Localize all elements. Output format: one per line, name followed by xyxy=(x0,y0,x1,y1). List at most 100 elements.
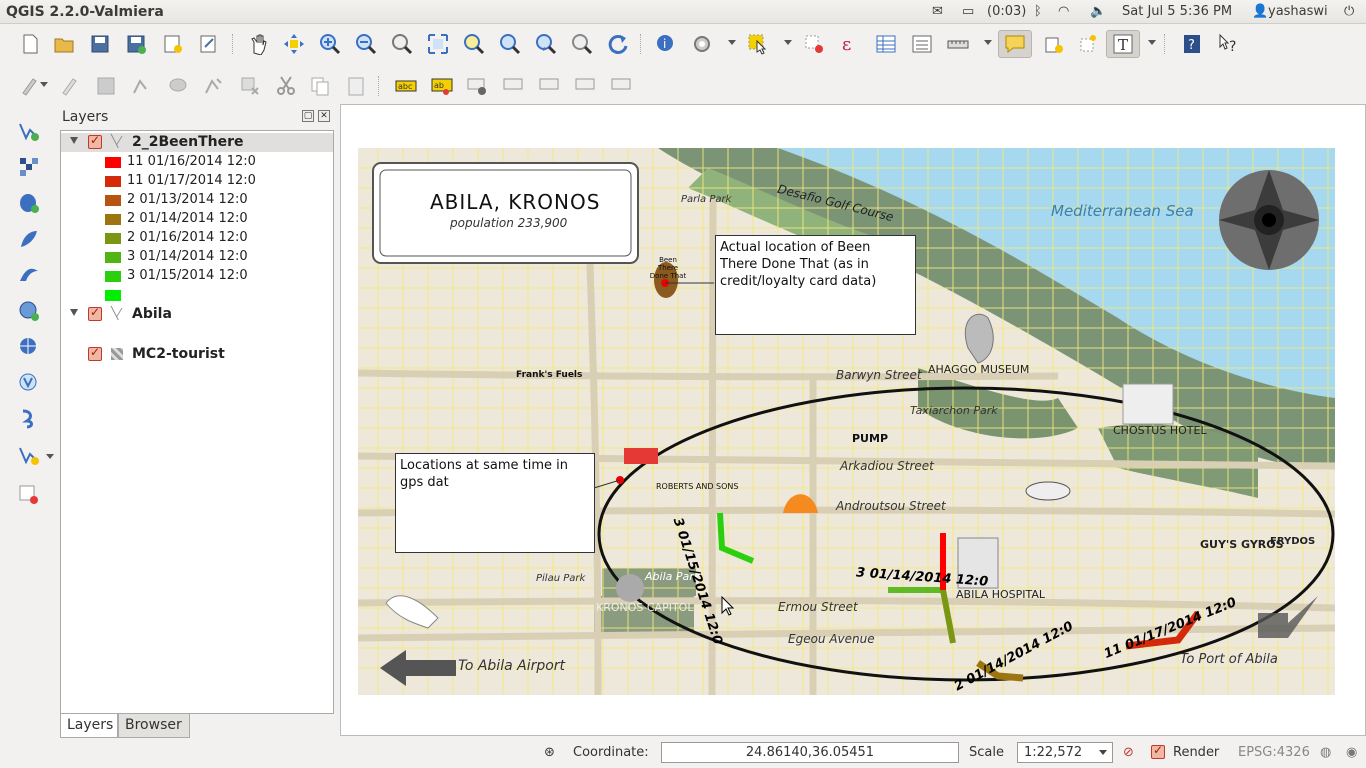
user-name[interactable]: yashaswi xyxy=(1268,4,1328,19)
add-mssql-layer-icon[interactable] xyxy=(14,260,44,290)
new-project-icon[interactable] xyxy=(16,30,44,58)
new-bookmark-icon[interactable] xyxy=(1040,30,1068,58)
tab-browser[interactable]: Browser xyxy=(118,714,190,738)
add-oracle-layer-icon[interactable] xyxy=(14,296,44,326)
new-shapefile-layer-icon[interactable] xyxy=(14,440,44,470)
show-bookmarks-icon[interactable] xyxy=(1074,30,1102,58)
remove-layer-icon[interactable] xyxy=(14,480,44,510)
collapse-icon[interactable] xyxy=(70,137,78,144)
add-vector-layer-icon[interactable] xyxy=(14,116,44,146)
raster-layer-icon xyxy=(111,348,123,360)
zoom-to-layer-icon[interactable] xyxy=(496,30,524,58)
coordinate-toggle-icon[interactable]: ⊛ xyxy=(544,745,555,760)
map-image[interactable]: ABILA, KRONOS population 233,900 Mediter… xyxy=(358,148,1335,695)
pan-map-icon[interactable] xyxy=(244,30,272,58)
whats-this-icon[interactable]: ? xyxy=(1214,30,1242,58)
add-wms-layer-icon[interactable] xyxy=(14,332,44,362)
frydos-label: FRYDOS xyxy=(1270,536,1316,547)
rotate-label-icon[interactable] xyxy=(572,72,600,100)
layer-row-beenthere[interactable]: ╲⁄ 2_2BeenThere xyxy=(61,133,333,152)
close-panel-icon[interactable]: ✕ xyxy=(318,110,330,122)
statistics-icon[interactable] xyxy=(908,30,936,58)
battery-icon[interactable]: ▭ xyxy=(962,4,974,19)
zoom-in-icon[interactable] xyxy=(316,30,344,58)
add-wfs-layer-icon[interactable] xyxy=(14,404,44,434)
projection-icon[interactable]: ◍ xyxy=(1320,745,1331,760)
add-postgis-layer-icon[interactable] xyxy=(14,188,44,218)
paste-features-icon[interactable] xyxy=(342,72,370,100)
wifi-icon[interactable]: ◠ xyxy=(1058,4,1069,19)
save-project-icon[interactable] xyxy=(86,30,114,58)
legend-label: 2 01/16/2014 12:0 xyxy=(127,230,248,245)
identify-icon[interactable]: i xyxy=(652,30,680,58)
delete-selected-icon[interactable] xyxy=(236,72,264,100)
zoom-to-selection-icon[interactable] xyxy=(460,30,488,58)
add-raster-layer-icon[interactable] xyxy=(14,152,44,182)
save-layer-edits-icon[interactable] xyxy=(92,72,120,100)
save-as-icon[interactable] xyxy=(122,30,150,58)
toggle-editing-icon[interactable] xyxy=(56,72,84,100)
pan-to-selection-icon[interactable] xyxy=(280,30,308,58)
legend-label: 2 01/14/2014 12:0 xyxy=(127,211,248,226)
messages-icon[interactable]: ◉ xyxy=(1346,745,1357,760)
layer-labeling-icon[interactable]: abc xyxy=(392,72,420,100)
add-wcs-layer-icon[interactable] xyxy=(14,368,44,398)
refresh-icon[interactable] xyxy=(604,30,632,58)
map-canvas[interactable]: ABILA, KRONOS population 233,900 Mediter… xyxy=(340,104,1366,736)
annotation-gps-locations[interactable]: Locations at same time in gps dat xyxy=(395,453,595,553)
layer-visibility-checkbox[interactable] xyxy=(88,345,102,361)
layers-tree[interactable]: ╲⁄ 2_2BeenThere 11 01/16/2014 12:0 11 01… xyxy=(60,130,334,714)
bluetooth-icon[interactable]: ᛒ xyxy=(1034,4,1042,19)
render-checkbox[interactable] xyxy=(1151,743,1165,759)
float-panel-icon[interactable]: ▢ xyxy=(302,110,314,122)
crs-status[interactable]: EPSG:4326 xyxy=(1238,745,1310,760)
stop-render-icon[interactable]: ⊘ xyxy=(1123,745,1134,760)
user-icon[interactable]: 👤 xyxy=(1252,4,1268,19)
power-icon[interactable]: ⏻ xyxy=(1344,4,1354,19)
cut-features-icon[interactable] xyxy=(272,72,300,100)
move-label-icon[interactable] xyxy=(464,72,492,100)
open-project-icon[interactable] xyxy=(50,30,78,58)
measure-line-icon[interactable] xyxy=(944,30,972,58)
annotation-actual-location[interactable]: Actual location of Been There Done That … xyxy=(715,235,916,335)
highlight-pinned-labels-icon[interactable]: ab xyxy=(428,72,456,100)
coordinate-field[interactable]: 24.86140,36.05451 xyxy=(661,742,959,763)
layer-visibility-checkbox[interactable] xyxy=(88,305,102,321)
add-feature-icon[interactable] xyxy=(128,72,156,100)
expression-select-icon[interactable]: ε xyxy=(836,30,864,58)
change-label-icon[interactable] xyxy=(608,72,636,100)
clock[interactable]: Sat Jul 5 5:36 PM xyxy=(1122,4,1232,19)
select-features-icon[interactable] xyxy=(744,30,772,58)
deselect-icon[interactable] xyxy=(800,30,828,58)
volume-icon[interactable]: 🔈 xyxy=(1090,4,1106,19)
text-annotation-icon[interactable]: T xyxy=(1106,30,1140,58)
action-gear-icon[interactable] xyxy=(688,30,716,58)
node-tool-icon[interactable] xyxy=(200,72,228,100)
legend-label: 11 01/17/2014 12:0 xyxy=(127,173,256,188)
zoom-last-icon[interactable] xyxy=(532,30,560,58)
chevron-down-icon xyxy=(1099,750,1107,755)
attribute-table-icon[interactable] xyxy=(872,30,900,58)
collapse-icon[interactable] xyxy=(70,309,78,316)
copy-features-icon[interactable] xyxy=(306,72,334,100)
layer-visibility-checkbox[interactable] xyxy=(88,133,102,149)
map-tips-icon[interactable] xyxy=(998,30,1032,58)
zoom-next-icon[interactable] xyxy=(568,30,596,58)
legend-item: 11 01/17/2014 12:0 xyxy=(61,172,333,191)
pin-labels-icon[interactable] xyxy=(536,72,564,100)
composer-manager-icon[interactable] xyxy=(194,30,222,58)
help-contents-icon[interactable]: ? xyxy=(1178,30,1206,58)
show-hide-labels-icon[interactable] xyxy=(500,72,528,100)
zoom-full-icon[interactable] xyxy=(424,30,452,58)
add-spatialite-layer-icon[interactable] xyxy=(14,224,44,254)
battery-time[interactable]: (0:03) xyxy=(987,4,1026,19)
layer-row-mc2-tourist[interactable]: MC2-tourist xyxy=(61,345,333,364)
move-feature-icon[interactable] xyxy=(164,72,192,100)
mail-icon[interactable]: ✉ xyxy=(932,4,943,19)
layer-row-abila[interactable]: ╲⁄ Abila xyxy=(61,305,333,324)
tab-layers[interactable]: Layers xyxy=(60,714,118,738)
zoom-out-icon[interactable] xyxy=(352,30,380,58)
scale-combobox[interactable]: 1:22,572 xyxy=(1017,742,1113,763)
new-print-composer-icon[interactable] xyxy=(158,30,186,58)
zoom-actual-size-icon[interactable] xyxy=(388,30,416,58)
